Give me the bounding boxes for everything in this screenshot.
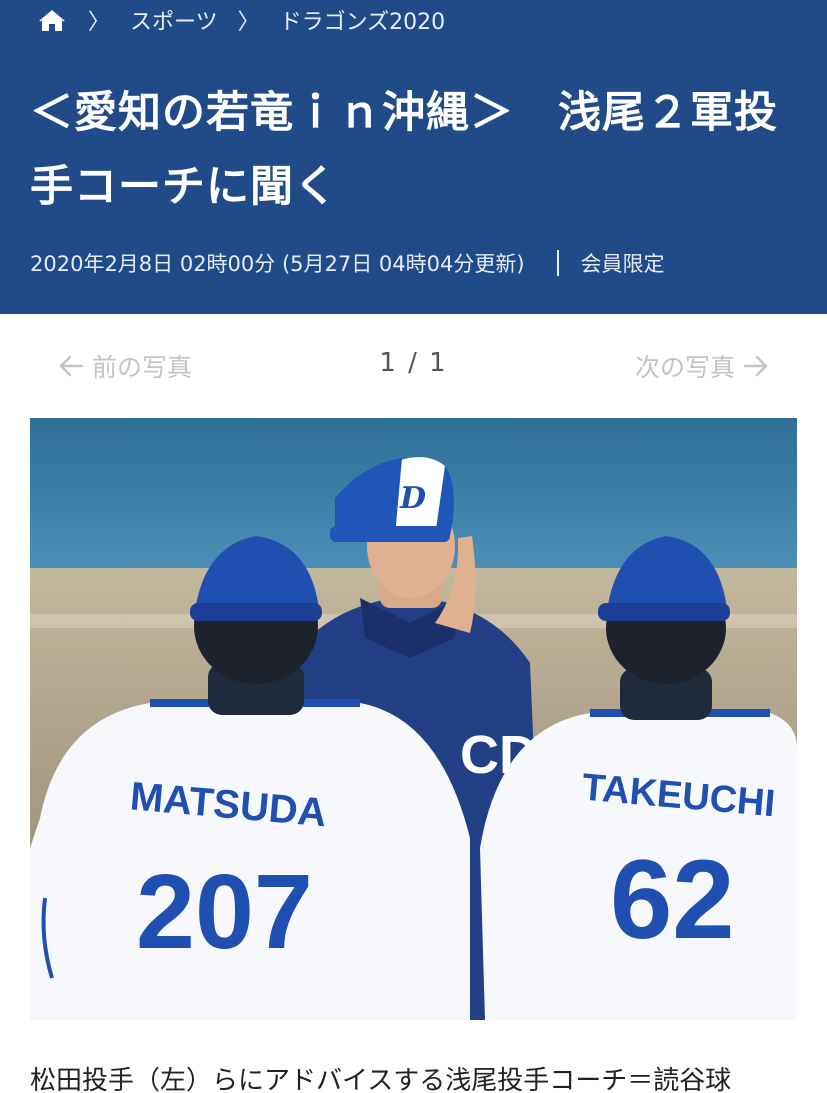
- next-photo-label: 次の写真: [634, 353, 735, 382]
- player-left-number: 207: [136, 853, 313, 971]
- meta-divider: [556, 250, 559, 276]
- article-photo[interactable]: D CD MATSUDA 207 TAKEUCHI 62: [30, 418, 797, 1020]
- next-photo-button[interactable]: 次の写真: [635, 348, 769, 384]
- cap-logo-text: D: [399, 481, 426, 516]
- arrow-right-icon: [743, 354, 769, 378]
- breadcrumb-item-dragons[interactable]: ドラゴンズ2020: [280, 4, 446, 36]
- breadcrumb-separator: 〉: [88, 10, 111, 35]
- photo-pager: 前の写真 1 / 1 次の写真: [0, 340, 827, 396]
- photo-caption: 松田投手（左）らにアドバイスする浅尾投手コーチ＝読谷球: [30, 1066, 732, 1093]
- home-icon[interactable]: [38, 8, 66, 32]
- article-title: ＜愛知の若竜ｉｎ沖縄＞ 浅尾２軍投手コーチに聞く: [30, 88, 778, 212]
- player-right-number: 62: [610, 837, 735, 962]
- breadcrumb-separator: 〉: [237, 10, 260, 35]
- article-meta: 2020年2月8日 02時00分 (5月27日 04時04分更新) 会員限定: [30, 248, 665, 278]
- article-timestamp: 2020年2月8日 02時00分 (5月27日 04時04分更新): [30, 252, 525, 276]
- member-only-badge: 会員限定: [580, 252, 665, 276]
- article-header: 〉 スポーツ 〉 ドラゴンズ2020 ＜愛知の若竜ｉｎ沖縄＞ 浅尾２軍投手コーチ…: [0, 0, 827, 314]
- breadcrumb-item-sports[interactable]: スポーツ: [130, 4, 218, 36]
- breadcrumb: 〉 スポーツ 〉 ドラゴンズ2020: [38, 4, 465, 36]
